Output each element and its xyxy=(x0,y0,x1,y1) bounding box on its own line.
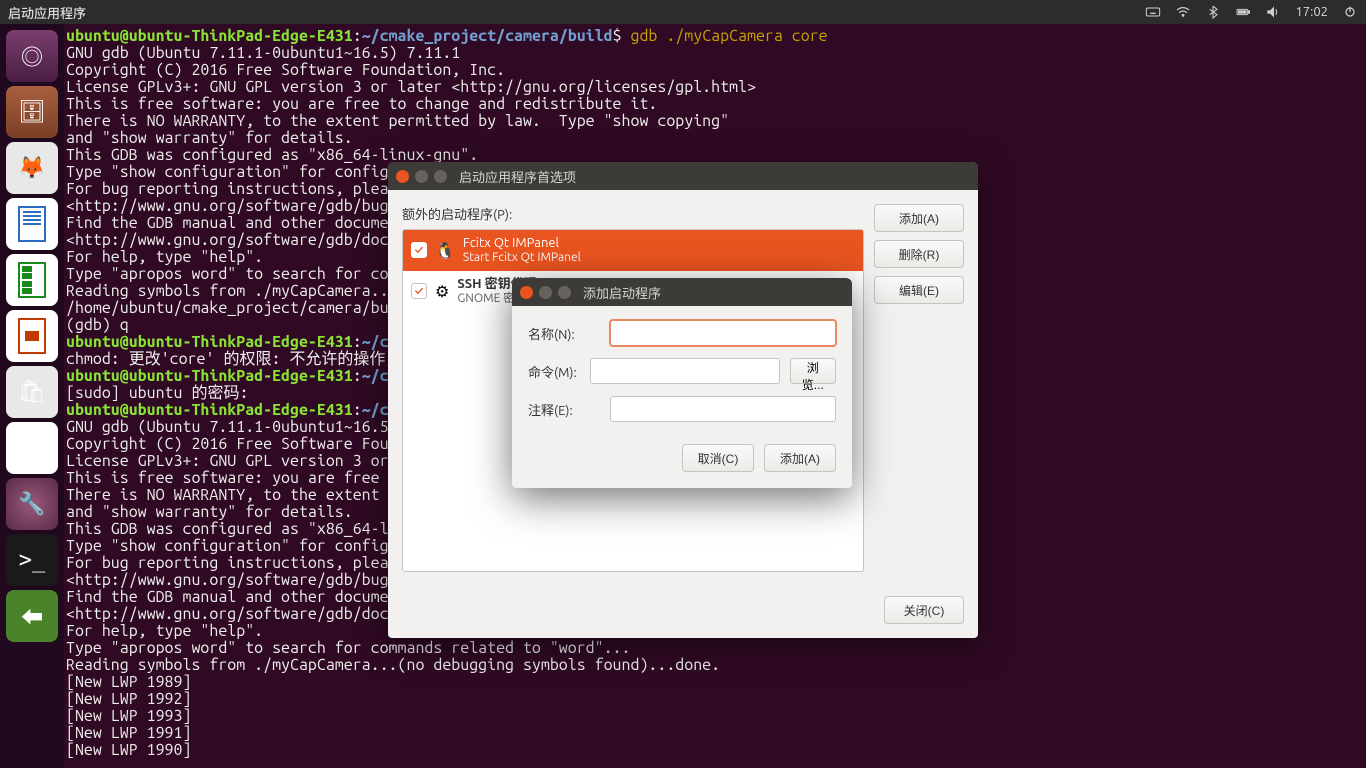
maximize-icon[interactable] xyxy=(434,170,447,183)
minimize-icon[interactable] xyxy=(415,170,428,183)
show-desktop-icon: ⬅ xyxy=(21,600,43,632)
impress-icon xyxy=(18,318,46,354)
dash-icon: ◎ xyxy=(21,40,43,72)
launcher-terminal[interactable]: >_ xyxy=(6,534,58,586)
terminal-icon: >_ xyxy=(19,548,46,573)
remove-button[interactable]: 删除(R) xyxy=(874,240,964,268)
clock[interactable]: 17:02 xyxy=(1295,5,1328,19)
add-button[interactable]: 添加(A) xyxy=(874,204,964,232)
add-dialog-titlebar[interactable]: 添加启动程序 xyxy=(512,278,852,306)
checkbox-icon[interactable] xyxy=(411,283,427,299)
launcher-writer[interactable] xyxy=(6,198,58,250)
command-label: 命令(M): xyxy=(528,362,580,381)
battery-icon[interactable] xyxy=(1235,4,1251,20)
keyboard-icon[interactable] xyxy=(1145,4,1161,20)
wifi-icon[interactable] xyxy=(1175,4,1191,20)
unity-launcher: ◎ 🗄 🦊 🛍 a 🔧 >_ ⬅ xyxy=(0,24,64,768)
volume-icon[interactable] xyxy=(1265,4,1281,20)
firefox-icon: 🦊 xyxy=(18,155,45,181)
app-icon: ⚙ xyxy=(435,282,449,301)
command-field[interactable] xyxy=(590,358,780,384)
launcher-software[interactable]: 🛍 xyxy=(6,366,58,418)
writer-icon xyxy=(18,206,46,242)
pref-window-title: 启动应用程序首选项 xyxy=(459,167,576,186)
close-icon[interactable] xyxy=(396,170,409,183)
app-icon: 🐧 xyxy=(435,241,455,260)
settings-icon: 🔧 xyxy=(18,491,45,517)
launcher-show-desktop[interactable]: ⬅ xyxy=(6,590,58,642)
launcher-impress[interactable] xyxy=(6,310,58,362)
pref-titlebar[interactable]: 启动应用程序首选项 xyxy=(388,162,978,190)
comment-label: 注释(E): xyxy=(528,400,600,419)
session-icon[interactable] xyxy=(1342,4,1358,20)
files-icon: 🗄 xyxy=(18,99,46,125)
system-tray: 17:02 xyxy=(1145,4,1358,20)
top-menubar: 启动应用程序 17:02 xyxy=(0,0,1366,24)
launcher-amazon[interactable]: a xyxy=(6,422,58,474)
bluetooth-icon[interactable] xyxy=(1205,4,1221,20)
list-item-name: Fcitx Qt IMPanel xyxy=(463,236,581,251)
launcher-dash[interactable]: ◎ xyxy=(6,30,58,82)
checkbox-icon[interactable] xyxy=(411,242,427,258)
amazon-icon: a xyxy=(26,436,38,461)
name-field[interactable] xyxy=(610,320,836,346)
add-dialog-title: 添加启动程序 xyxy=(583,283,661,302)
comment-field[interactable] xyxy=(610,396,836,422)
launcher-settings[interactable]: 🔧 xyxy=(6,478,58,530)
edit-button[interactable]: 编辑(E) xyxy=(874,276,964,304)
browse-button[interactable]: 浏览... xyxy=(790,358,836,384)
calc-icon xyxy=(18,262,46,298)
name-label: 名称(N): xyxy=(528,324,600,343)
close-icon[interactable] xyxy=(520,286,533,299)
maximize-icon[interactable] xyxy=(558,286,571,299)
add-startup-dialog: 添加启动程序 名称(N): 命令(M): 浏览... 注释(E): 取消(C) … xyxy=(512,278,852,488)
confirm-add-button[interactable]: 添加(A) xyxy=(764,444,836,472)
store-icon: 🛍 xyxy=(18,379,46,405)
list-item[interactable]: 🐧 Fcitx Qt IMPanel Start Fcitx Qt IMPane… xyxy=(403,230,863,271)
close-button[interactable]: 关闭(C) xyxy=(884,596,964,624)
minimize-icon[interactable] xyxy=(539,286,552,299)
launcher-calc[interactable] xyxy=(6,254,58,306)
list-item-sub: Start Fcitx Qt IMPanel xyxy=(463,251,581,265)
launcher-files[interactable]: 🗄 xyxy=(6,86,58,138)
startup-list-label: 额外的启动程序(P): xyxy=(402,204,864,223)
cancel-button[interactable]: 取消(C) xyxy=(682,444,754,472)
menubar-app-title: 启动应用程序 xyxy=(8,3,86,22)
launcher-firefox[interactable]: 🦊 xyxy=(6,142,58,194)
